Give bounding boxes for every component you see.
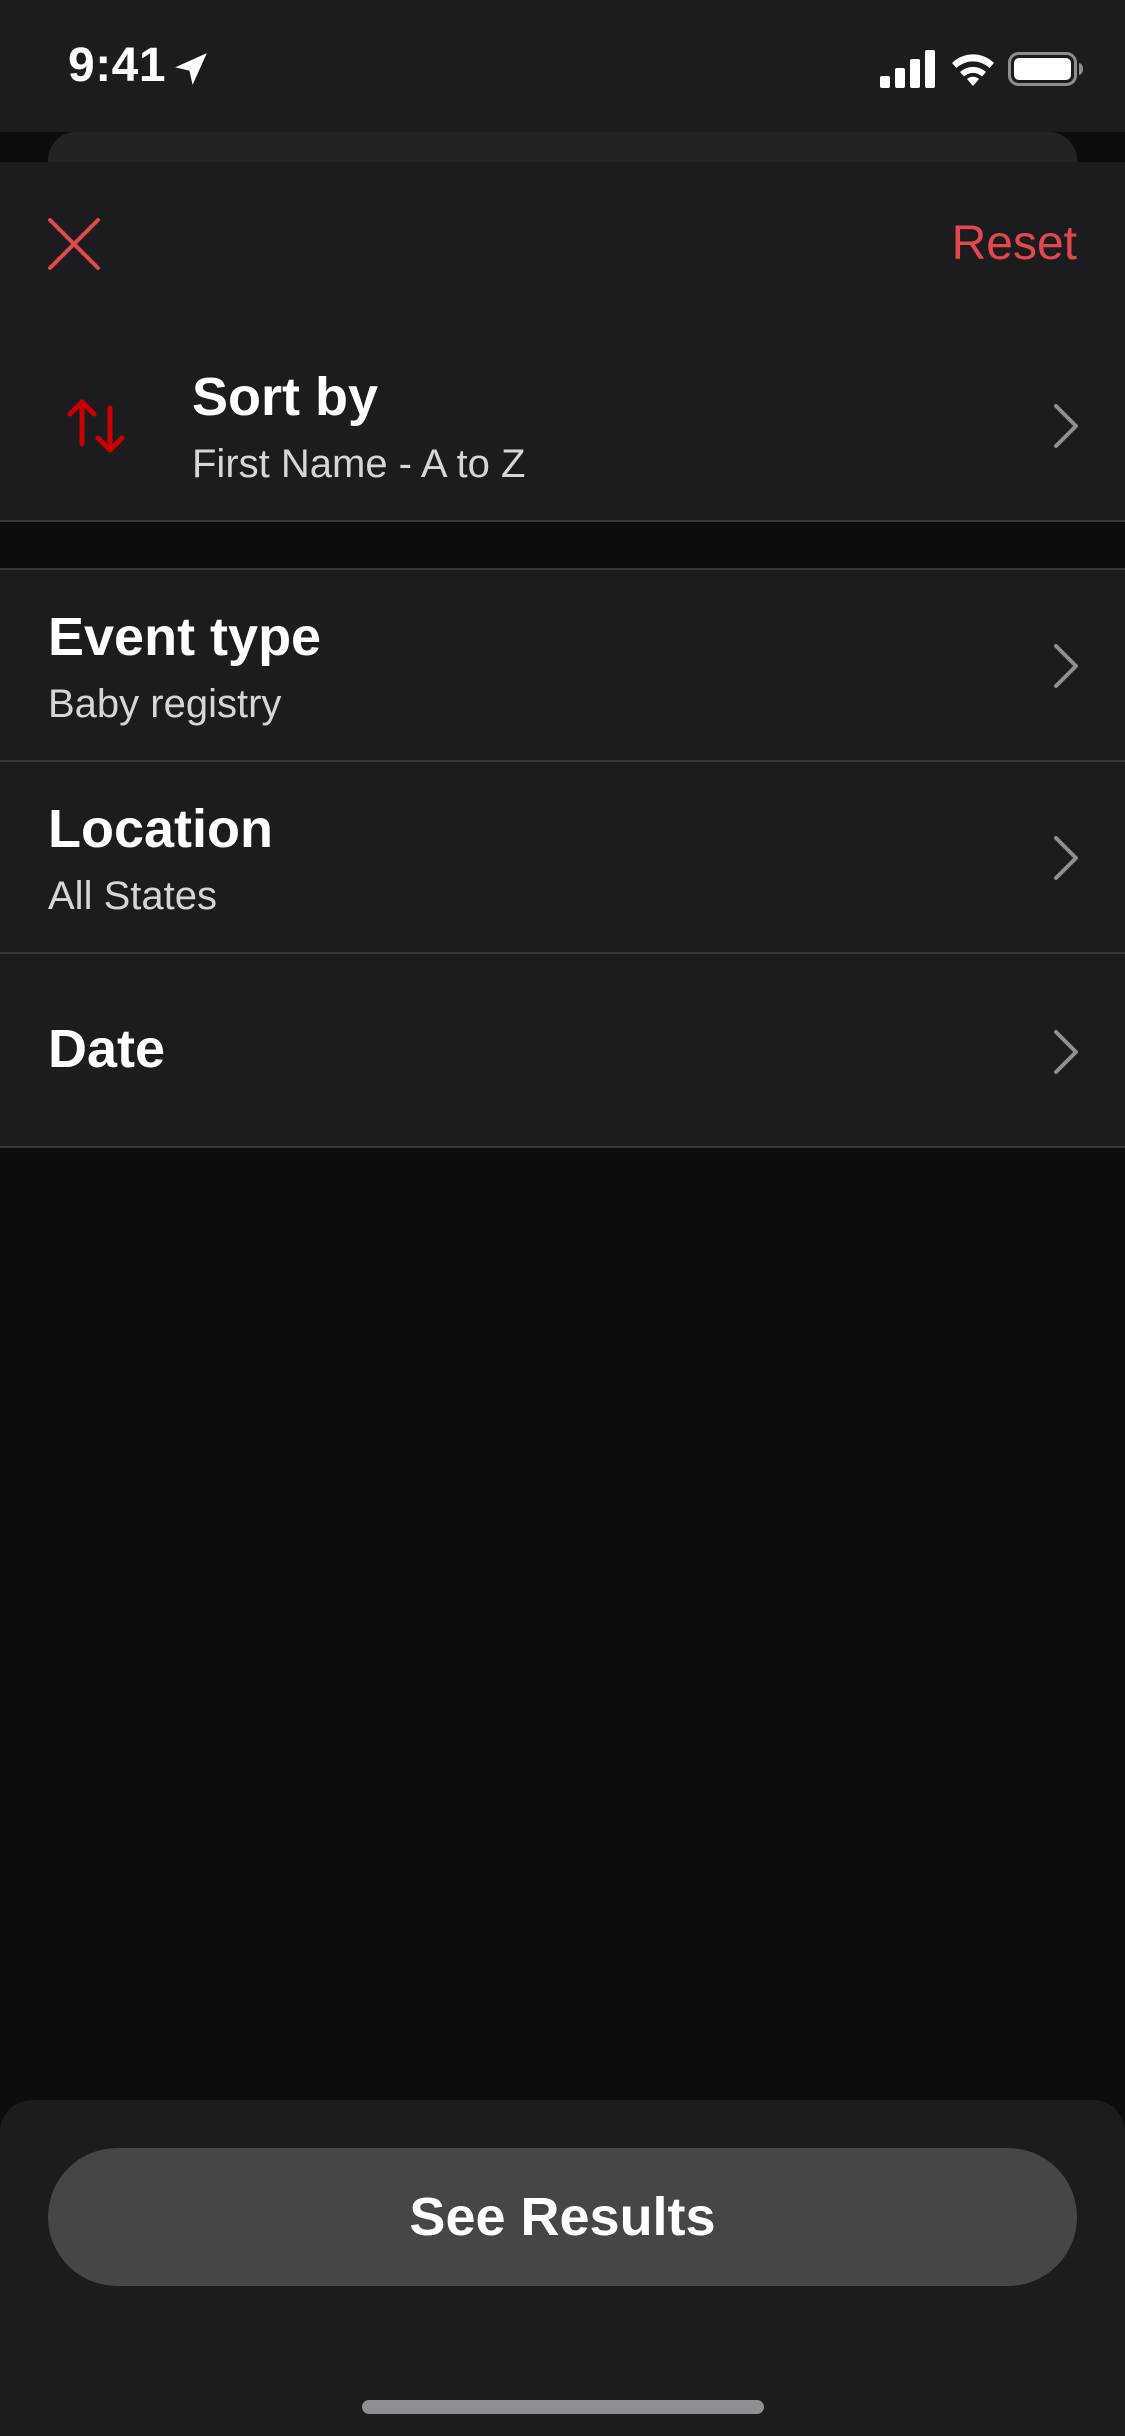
sort-arrows-icon <box>67 399 125 453</box>
wifi-icon <box>952 54 994 86</box>
location-row[interactable]: Location All States <box>0 762 1125 954</box>
sheet-lip <box>48 132 1077 162</box>
battery-icon <box>1008 52 1083 86</box>
status-bar: 9:41 <box>0 0 1125 132</box>
sort-by-row[interactable]: Sort by First Name - A to Z <box>0 330 1125 522</box>
location-arrow-icon <box>175 53 207 85</box>
location-title: Location <box>48 799 273 859</box>
event-type-title: Event type <box>48 607 322 667</box>
section-divider <box>0 522 1125 570</box>
event-type-row[interactable]: Event type Baby registry <box>0 570 1125 762</box>
chevron-right-icon <box>1054 1030 1078 1074</box>
status-time: 9:41 <box>68 39 167 92</box>
event-type-value: Baby registry <box>48 682 282 726</box>
cellular-signal-icon <box>880 50 935 88</box>
home-indicator[interactable] <box>362 2400 764 2414</box>
location-value: All States <box>48 874 217 918</box>
date-row[interactable]: Date <box>0 954 1125 1148</box>
sort-by-value: First Name - A to Z <box>192 442 526 486</box>
chevron-right-icon <box>1054 404 1078 448</box>
reset-button[interactable]: Reset <box>952 216 1077 271</box>
date-title: Date <box>48 1019 166 1079</box>
sort-by-title: Sort by <box>192 367 379 427</box>
bottom-action-bar: See Results <box>0 2100 1125 2436</box>
chevron-right-icon <box>1054 644 1078 688</box>
filter-header: Reset <box>0 162 1125 332</box>
close-icon[interactable] <box>44 214 104 274</box>
see-results-button[interactable]: See Results <box>48 2148 1077 2286</box>
chevron-right-icon <box>1054 836 1078 880</box>
